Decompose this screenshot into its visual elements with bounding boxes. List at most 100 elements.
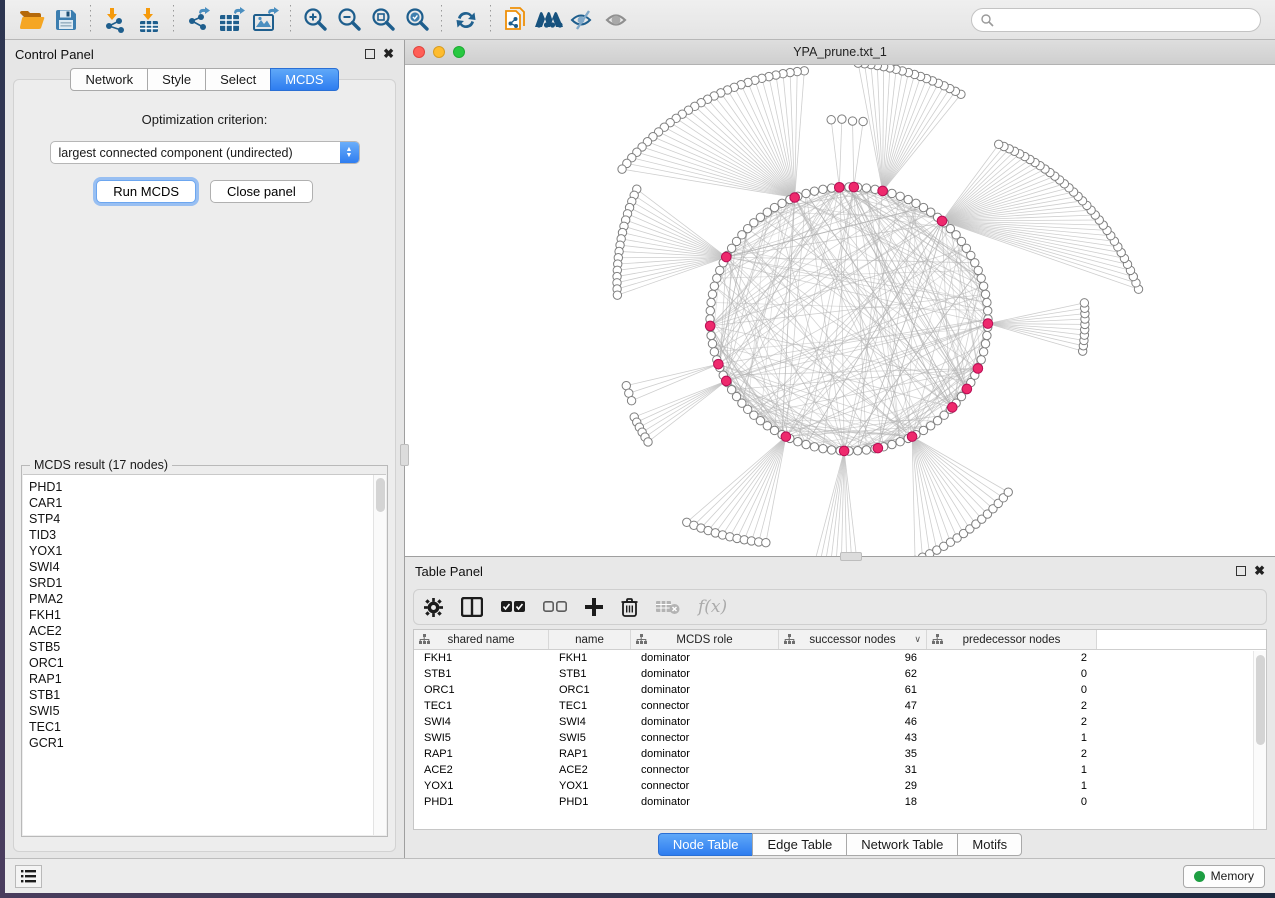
tab-node-table[interactable]: Node Table	[658, 833, 754, 856]
horizontal-splitter-handle[interactable]	[840, 552, 862, 561]
mcds-result-node[interactable]: PMA2	[29, 591, 386, 607]
table-body: FKH1FKH1dominator962STB1STB1dominator620…	[414, 650, 1266, 810]
table-row[interactable]: TEC1TEC1connector472	[414, 698, 1266, 714]
mcds-result-node[interactable]: GCR1	[29, 735, 386, 751]
toolbar-separator	[290, 5, 291, 35]
optimization-criterion-select[interactable]: largest connected component (undirected)…	[50, 141, 360, 164]
mcds-result-node[interactable]: TID3	[29, 527, 386, 543]
zoom-in-icon[interactable]	[298, 4, 332, 36]
export-table-icon[interactable]	[215, 4, 249, 36]
table-row[interactable]: SWI4SWI4dominator462	[414, 714, 1266, 730]
tab-motifs[interactable]: Motifs	[957, 833, 1022, 856]
table-cell: 0	[927, 668, 1097, 680]
search-box[interactable]	[971, 8, 1261, 32]
mcds-result-node[interactable]: ORC1	[29, 655, 386, 671]
search-input[interactable]	[994, 13, 1252, 27]
zoom-selected-icon[interactable]	[400, 4, 434, 36]
mcds-result-node[interactable]: FKH1	[29, 607, 386, 623]
control-panel-title: Control Panel	[15, 47, 94, 62]
mcds-result-node[interactable]: STB1	[29, 687, 386, 703]
table-row[interactable]: PHD1PHD1dominator180	[414, 794, 1266, 810]
tab-network[interactable]: Network	[70, 68, 148, 91]
mcds-result-node[interactable]: CAR1	[29, 495, 386, 511]
delete-table-icon[interactable]	[656, 599, 680, 615]
delete-column-icon[interactable]	[621, 598, 638, 617]
import-table-icon[interactable]	[132, 4, 166, 36]
mcds-result-node[interactable]: YOX1	[29, 543, 386, 559]
network-window-title: YPA_prune.txt_1	[405, 45, 1275, 59]
table-cell: ORC1	[549, 684, 631, 696]
table-cell: 0	[927, 796, 1097, 808]
column-header[interactable]: name	[549, 630, 631, 649]
table-row[interactable]: STB1STB1dominator620	[414, 666, 1266, 682]
zoom-fit-icon[interactable]	[366, 4, 400, 36]
mcds-result-node[interactable]: PHD1	[29, 479, 386, 495]
tab-select[interactable]: Select	[205, 68, 271, 91]
float-panel-icon[interactable]	[365, 49, 375, 59]
zoom-out-icon[interactable]	[332, 4, 366, 36]
mcds-result-node[interactable]: SRD1	[29, 575, 386, 591]
table-row[interactable]: ORC1ORC1dominator610	[414, 682, 1266, 698]
mcds-result-node[interactable]: RAP1	[29, 671, 386, 687]
mcds-result-node[interactable]: SWI5	[29, 703, 386, 719]
log-console-button[interactable]	[15, 865, 42, 888]
hide-selection-icon[interactable]	[566, 4, 600, 36]
table-cell: 35	[779, 748, 927, 760]
table-row[interactable]: YOX1YOX1connector291	[414, 778, 1266, 794]
column-header[interactable]: successor nodes∨	[779, 630, 927, 649]
table-cell: ACE2	[414, 764, 549, 776]
function-builder-icon[interactable]: f(x)	[698, 597, 727, 617]
save-session-icon[interactable]	[49, 4, 83, 36]
table-row[interactable]: SWI5SWI5connector431	[414, 730, 1266, 746]
first-neighbors-icon[interactable]	[532, 4, 566, 36]
table-cell: dominator	[631, 716, 779, 728]
mcds-result-node[interactable]: SWI4	[29, 559, 386, 575]
table-cell: 1	[927, 764, 1097, 776]
close-panel-button[interactable]: Close panel	[210, 180, 313, 203]
column-header[interactable]: shared name	[414, 630, 549, 649]
vertical-splitter-handle[interactable]	[400, 444, 409, 466]
mcds-list-scrollbar[interactable]	[373, 475, 386, 835]
deselect-all-columns-icon[interactable]	[543, 601, 567, 614]
memory-button[interactable]: Memory	[1183, 865, 1265, 888]
mcds-result-node[interactable]: STP4	[29, 511, 386, 527]
toolbar-separator	[441, 5, 442, 35]
table-cell: 1	[927, 780, 1097, 792]
column-selector-icon[interactable]	[461, 597, 483, 617]
column-header[interactable]: MCDS role	[631, 630, 779, 649]
node-table: shared namenameMCDS rolesuccessor nodes∨…	[413, 629, 1267, 830]
network-graph	[405, 65, 1274, 556]
run-mcds-button[interactable]: Run MCDS	[96, 180, 196, 203]
table-row[interactable]: RAP1RAP1dominator352	[414, 746, 1266, 762]
close-panel-icon[interactable]: ✖	[383, 49, 394, 59]
duplicate-network-icon[interactable]	[498, 4, 532, 36]
float-table-panel-icon[interactable]	[1236, 566, 1246, 576]
select-all-columns-icon[interactable]	[501, 601, 525, 614]
table-cell: dominator	[631, 684, 779, 696]
table-row[interactable]: FKH1FKH1dominator962	[414, 650, 1266, 666]
table-settings-icon[interactable]	[424, 598, 443, 617]
tab-mcds[interactable]: MCDS	[270, 68, 338, 91]
column-header[interactable]: predecessor nodes	[927, 630, 1097, 649]
export-image-icon[interactable]	[249, 4, 283, 36]
tab-edge-table[interactable]: Edge Table	[752, 833, 847, 856]
show-all-icon[interactable]	[600, 4, 634, 36]
table-cell: 2	[927, 652, 1097, 664]
tab-network-table[interactable]: Network Table	[846, 833, 958, 856]
table-cell: 43	[779, 732, 927, 744]
refresh-icon[interactable]	[449, 4, 483, 36]
table-scrollbar[interactable]	[1253, 651, 1266, 829]
mcds-result-node[interactable]: STB5	[29, 639, 386, 655]
open-file-icon[interactable]	[15, 4, 49, 36]
toolbar-separator	[90, 5, 91, 35]
mcds-result-node[interactable]: ACE2	[29, 623, 386, 639]
tab-style[interactable]: Style	[147, 68, 206, 91]
add-column-icon[interactable]	[585, 598, 603, 616]
network-canvas[interactable]	[405, 65, 1275, 556]
table-row[interactable]: ACE2ACE2connector311	[414, 762, 1266, 778]
export-network-icon[interactable]	[181, 4, 215, 36]
mcds-result-node[interactable]: TEC1	[29, 719, 386, 735]
close-table-panel-icon[interactable]: ✖	[1254, 566, 1265, 576]
mcds-result-list[interactable]: PHD1CAR1STP4TID3YOX1SWI4SRD1PMA2FKH1ACE2…	[23, 474, 386, 835]
import-network-icon[interactable]	[98, 4, 132, 36]
